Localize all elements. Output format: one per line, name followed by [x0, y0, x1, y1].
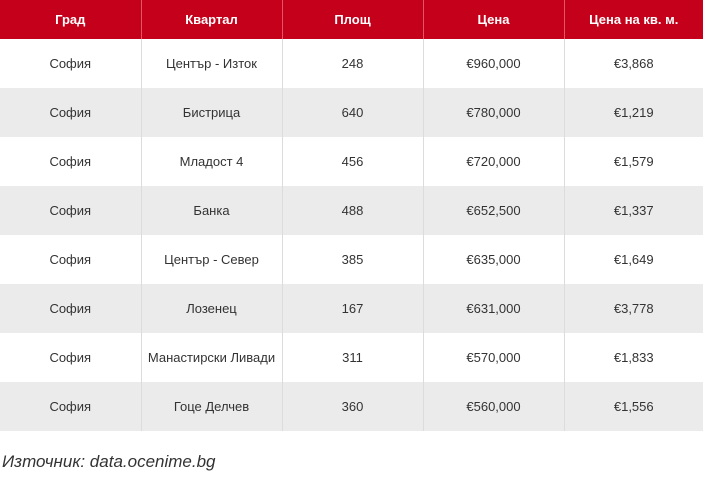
table-body: София Център - Изток 248 €960,000 €3,868… — [0, 39, 703, 431]
cell-city: София — [0, 186, 142, 235]
cell-city: София — [0, 333, 142, 382]
table-row: София Банка 488 €652,500 €1,337 — [0, 186, 703, 235]
cell-area: 640 — [282, 88, 424, 137]
cell-district: Бистрица — [141, 88, 283, 137]
cell-area: 248 — [282, 39, 424, 88]
cell-district: Манастирски Ливади — [141, 333, 283, 382]
cell-district: Лозенец — [141, 284, 283, 333]
cell-price-per-sqm: €1,556 — [613, 399, 654, 414]
table-row: София Гоце Делчев 360 €560,000 €1,556 — [0, 382, 703, 431]
cell-district: Гоце Делчев — [141, 382, 283, 431]
column-header-price: Цена — [423, 0, 565, 39]
cell-price-per-sqm: €1,219 — [613, 105, 654, 120]
table-row: София Манастирски Ливади 311 €570,000 €1… — [0, 333, 703, 382]
table-row: София Лозенец 167 €631,000 €3,778 — [0, 284, 703, 333]
table-row: София Център - Север 385 €635,000 €1,649 — [0, 235, 703, 284]
cell-price: €720,000 — [423, 137, 565, 186]
table-row: София Бистрица 640 €780,000 €1,219 — [0, 88, 703, 137]
cell-area: 360 — [282, 382, 424, 431]
cell-price-per-sqm: €1,833 — [613, 350, 654, 365]
cell-city: София — [0, 382, 142, 431]
cell-price: €960,000 — [423, 39, 565, 88]
cell-city: София — [0, 284, 142, 333]
cell-area: 311 — [282, 333, 424, 382]
cell-price-per-sqm: €3,778 — [613, 301, 654, 316]
cell-city: София — [0, 88, 142, 137]
property-price-table: Град Квартал Площ Цена Цена на кв. м. Со… — [0, 0, 703, 431]
cell-city: София — [0, 235, 142, 284]
cell-area: 167 — [282, 284, 424, 333]
table-header: Град Квартал Площ Цена Цена на кв. м. — [0, 0, 703, 39]
property-price-table-container: Град Квартал Площ Цена Цена на кв. м. Со… — [0, 0, 703, 431]
cell-price-per-sqm: €1,337 — [613, 203, 654, 218]
cell-area: 456 — [282, 137, 424, 186]
cell-district: Център - Изток — [141, 39, 283, 88]
cell-price: €780,000 — [423, 88, 565, 137]
column-header-price-per-sqm: Цена на кв. м. — [589, 12, 679, 27]
cell-district: Банка — [141, 186, 283, 235]
cell-city: София — [0, 39, 142, 88]
table-row: София Център - Изток 248 €960,000 €3,868 — [0, 39, 703, 88]
cell-price: €560,000 — [423, 382, 565, 431]
cell-price: €635,000 — [423, 235, 565, 284]
cell-price: €631,000 — [423, 284, 565, 333]
column-header-city: Град — [0, 0, 142, 39]
cell-price: €570,000 — [423, 333, 565, 382]
cell-district: Център - Север — [141, 235, 283, 284]
table-row: София Младост 4 456 €720,000 €1,579 — [0, 137, 703, 186]
cell-price-per-sqm: €3,868 — [613, 56, 654, 71]
source-caption: Източник: data.ocenime.bg — [2, 452, 216, 471]
cell-price-per-sqm: €1,579 — [613, 154, 654, 169]
cell-city: София — [0, 137, 142, 186]
table-header-row: Град Квартал Площ Цена Цена на кв. м. — [0, 0, 703, 39]
cell-price-per-sqm: €1,649 — [613, 252, 654, 267]
cell-area: 385 — [282, 235, 424, 284]
column-header-area: Площ — [282, 0, 424, 39]
column-header-district: Квартал — [141, 0, 283, 39]
cell-area: 488 — [282, 186, 424, 235]
cell-district: Младост 4 — [141, 137, 283, 186]
cell-price: €652,500 — [423, 186, 565, 235]
